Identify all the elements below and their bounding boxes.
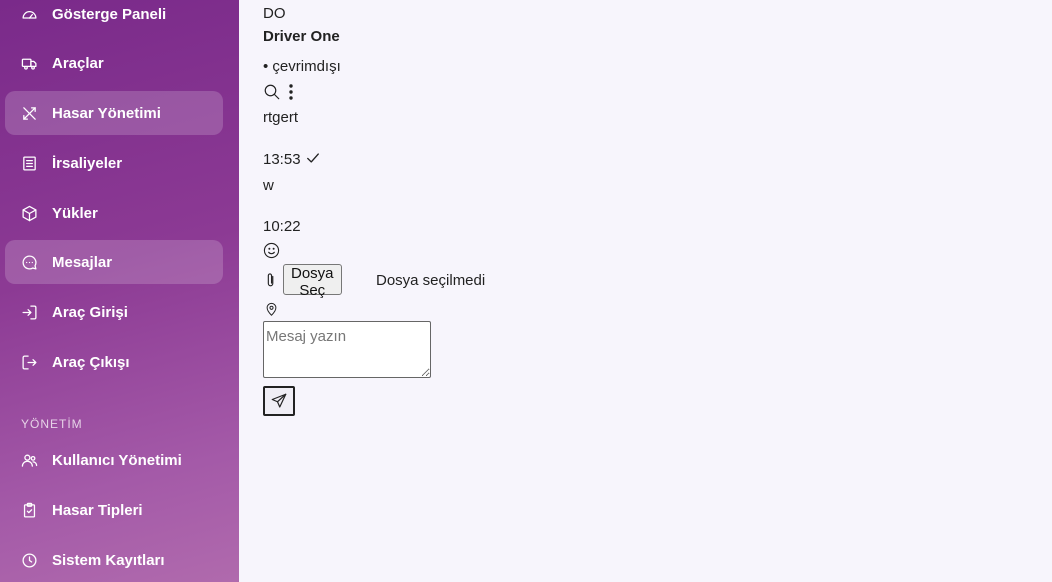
sidebar-item-label: Kullanıcı Yönetimi [52,451,182,469]
sidebar-item-user-management[interactable]: Kullanıcı Yönetimi [5,438,223,482]
login-icon [20,303,38,321]
check-icon [306,151,320,165]
sidebar-item-label: Gösterge Paneli [52,5,167,23]
sidebar-item-label: Araçlar [52,54,104,72]
choose-file-button[interactable]: Dosya Seç [283,264,342,299]
document-icon [20,154,38,172]
message-time: 13:53 [263,151,301,168]
message-time: 10:22 [263,218,301,235]
sidebar-item-vehicle-exit[interactable]: Araç Çıkışı [5,340,223,384]
dashboard-icon [20,5,38,23]
message-text: w [263,177,274,194]
sidebar-item-loads[interactable]: Yükler [5,191,223,235]
sidebar-item-label: Hasar Yönetimi [52,104,161,122]
sidebar-item-label: Araç Girişi [52,303,128,321]
sidebar-item-messages[interactable]: Mesajlar [5,240,223,284]
tools-icon [20,104,38,122]
paperclip-icon[interactable] [265,272,277,288]
sidebar-item-label: İrsaliyeler [52,154,123,172]
section-label-management: YÖNETİM [21,417,83,431]
contact-status: • çevrimdışı [263,58,341,75]
sidebar-item-damage-types[interactable]: Hasar Tipleri [5,488,223,532]
emoji-icon[interactable] [263,242,280,259]
send-button[interactable] [263,386,295,416]
logout-icon [20,353,38,371]
sidebar-item-damage-management[interactable]: Hasar Yönetimi [5,91,223,135]
sidebar-item-label: Yükler [52,204,98,222]
file-status: Dosya seçilmedi [376,272,486,289]
avatar-initials: DO [263,5,286,22]
users-icon [20,451,38,469]
location-pin-icon[interactable] [264,300,278,318]
sidebar: Gösterge Paneli Araçlar Hasar Yönetimi İ… [0,0,239,582]
sidebar-item-label: Mesajlar [52,253,113,271]
search-icon[interactable] [263,83,281,101]
truck-icon [20,54,38,72]
sidebar-item-label: Hasar Tipleri [52,501,143,519]
sidebar-item-dashboard[interactable]: Gösterge Paneli [5,0,223,36]
message-text: rtgert [263,109,299,126]
more-options-icon[interactable] [285,83,297,101]
sidebar-item-system-logs[interactable]: Sistem Kayıtları [5,538,223,582]
chat-icon [20,253,38,271]
send-icon [270,392,288,410]
clock-icon [20,551,38,569]
contact-name: Driver One [263,28,340,45]
package-icon [20,204,38,222]
sidebar-item-label: Sistem Kayıtları [52,551,165,569]
sidebar-item-vehicle-entry[interactable]: Araç Girişi [5,290,223,334]
sidebar-item-label: Araç Çıkışı [52,353,130,371]
clipboard-icon [20,501,38,519]
message-input[interactable] [263,321,431,378]
sidebar-item-waybills[interactable]: İrsaliyeler [5,141,223,185]
sidebar-item-vehicles[interactable]: Araçlar [5,41,223,85]
